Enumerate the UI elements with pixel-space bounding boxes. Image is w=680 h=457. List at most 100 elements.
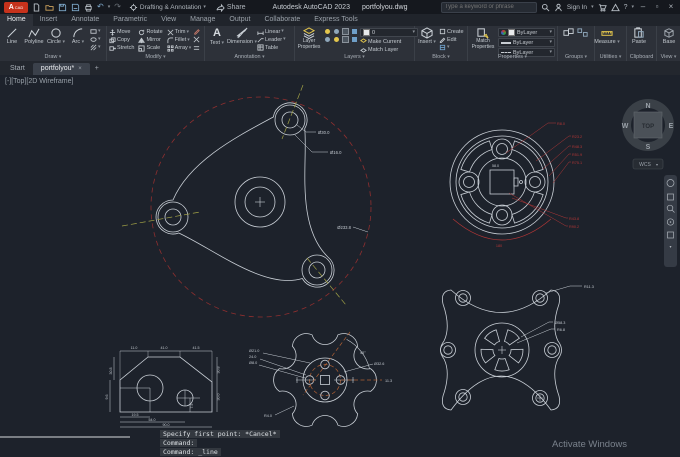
tool-linear[interactable]: Linear ▾	[257, 28, 286, 35]
panel-label-properties[interactable]: Properties ▾	[468, 53, 557, 61]
command-line-row[interactable]: Command: _line	[160, 448, 221, 456]
tool-trim[interactable]: Trim ▾	[167, 29, 192, 36]
app-logo[interactable]: A CAD	[4, 1, 28, 13]
tool-line[interactable]: Line	[2, 27, 22, 45]
save-icon[interactable]	[58, 3, 67, 12]
layer-freeze-icon[interactable]	[332, 28, 340, 36]
close-button[interactable]: ×	[666, 0, 676, 14]
search-input[interactable]	[440, 1, 537, 13]
tool-text[interactable]: A Text ▾	[207, 27, 227, 46]
tool-stretch[interactable]: Stretch	[109, 45, 134, 52]
panel-label-utilities[interactable]: Utilities ▾	[595, 53, 626, 61]
model-space[interactable]: Ø30.0 Ø16.0 Ø233.8 58.0 R8.0 R23.2 R48.3 R51.9 R…	[0, 75, 680, 457]
layer-color-icon[interactable]	[350, 28, 358, 36]
command-line-row[interactable]: Command:	[160, 439, 198, 447]
ribbon-tab-annotate[interactable]: Annotate	[64, 14, 106, 26]
tool-create-block[interactable]: Create	[439, 28, 464, 35]
undo-caret-icon[interactable]: ▾	[108, 4, 111, 10]
viewcube-south[interactable]: S	[646, 144, 651, 151]
layer-lock-icon[interactable]	[341, 28, 349, 36]
store-cart-icon[interactable]	[598, 3, 607, 12]
tool-match-properties[interactable]: Match Properties	[470, 27, 496, 50]
layer-unisolate-icon[interactable]	[332, 36, 340, 44]
panel-label-modify[interactable]: Modify ▾	[107, 53, 204, 61]
new-file-icon[interactable]	[32, 2, 41, 12]
panel-label-layers[interactable]: Layers ▾	[295, 53, 414, 61]
tool-insert[interactable]: Insert ▾	[417, 27, 437, 45]
tool-scale[interactable]: Scale	[138, 44, 162, 52]
tool-explode[interactable]	[193, 36, 200, 43]
panel-label-block[interactable]: Block ▾	[415, 53, 467, 61]
tool-hatch[interactable]: ▾	[90, 44, 101, 51]
layer-on-icon[interactable]	[323, 28, 331, 36]
group-icon[interactable]	[563, 27, 575, 39]
search-icon[interactable]	[541, 3, 550, 12]
sign-in-caret-icon[interactable]: ▾	[591, 4, 594, 10]
tool-move[interactable]: Move	[109, 28, 134, 36]
app-store-icon[interactable]	[610, 2, 620, 12]
layer-isolate-icon[interactable]	[323, 36, 331, 44]
user-icon[interactable]	[554, 3, 563, 12]
viewcube-west[interactable]: W	[622, 123, 629, 130]
tool-base[interactable]: Base	[659, 27, 679, 45]
tool-measure[interactable]: Measure ▾	[594, 27, 620, 45]
panel-label-groups[interactable]: Groups ▾	[558, 53, 594, 61]
tool-paste[interactable]: Paste	[629, 27, 649, 45]
navigation-bar[interactable]	[664, 175, 677, 267]
plot-icon[interactable]	[84, 3, 93, 12]
tool-table[interactable]: Table	[257, 44, 286, 51]
tool-ellipse[interactable]: ▾	[90, 36, 101, 43]
panel-label-annotation[interactable]: Annotation ▾	[205, 53, 294, 61]
tool-erase[interactable]	[193, 28, 201, 35]
save-as-icon[interactable]	[71, 3, 80, 12]
viewport-controls[interactable]: [-][Top][2D Wireframe]	[5, 78, 73, 85]
tool-array[interactable]: Array ▾	[167, 44, 191, 52]
ribbon-tab-manage[interactable]: Manage	[183, 14, 222, 26]
layer-walk-icon[interactable]	[350, 36, 358, 44]
tool-offset[interactable]	[193, 44, 200, 51]
tool-block-attributes[interactable]: ▾	[439, 44, 464, 51]
restore-button[interactable]: ▫	[652, 0, 662, 14]
tool-dimension[interactable]: Dimension ▾	[227, 27, 257, 45]
tool-rotate[interactable]: Rotate	[138, 29, 163, 36]
match-layer-button[interactable]: Match Layer	[360, 46, 418, 53]
ribbon-tab-collaborate[interactable]: Collaborate	[257, 14, 307, 26]
ribbon-tab-insert[interactable]: Insert	[33, 14, 65, 26]
tool-leader[interactable]: Leader ▾	[257, 36, 286, 43]
undo-icon[interactable]: ↶	[97, 2, 104, 12]
layer-off-icon[interactable]	[341, 36, 349, 44]
tool-circle[interactable]: Circle ▾	[46, 27, 66, 45]
make-current-button[interactable]: Make Current	[360, 38, 418, 45]
layer-dropdown[interactable]: 0 ▾	[360, 28, 418, 37]
tool-arc[interactable]: Arc ▾	[68, 27, 88, 45]
panel-label-draw[interactable]: Draw ▾	[0, 53, 106, 61]
ribbon-tab-output[interactable]: Output	[222, 14, 257, 26]
lineweight-dropdown[interactable]: ByLayer ▾	[498, 38, 555, 47]
ribbon-tab-home[interactable]: Home	[0, 14, 33, 26]
ribbon-tab-view[interactable]: View	[154, 14, 183, 26]
new-tab-button[interactable]: +	[90, 63, 104, 75]
command-line-window[interactable]: Specify first point: *Cancel* Command: Com…	[160, 430, 280, 456]
minimize-button[interactable]: –	[638, 0, 648, 14]
object-color-dropdown[interactable]: ByLayer ▾	[498, 28, 555, 37]
ribbon-tab-parametric[interactable]: Parametric	[106, 14, 154, 26]
viewcube-east[interactable]: E	[669, 123, 674, 130]
redo-icon[interactable]: ↷	[114, 2, 121, 12]
ribbon-tab-express-tools[interactable]: Express Tools	[307, 14, 364, 26]
command-line-row[interactable]: Specify first point: *Cancel*	[160, 430, 280, 438]
tool-copy[interactable]: Copy	[109, 36, 134, 44]
tool-layer-properties[interactable]: Layer Properties	[297, 27, 321, 50]
nav-caret-icon[interactable]: ▾	[669, 244, 671, 249]
file-tab-close-icon[interactable]: ×	[78, 63, 82, 75]
workspace-switcher[interactable]: Drafting & Annotation ▾	[129, 3, 206, 12]
drawing-canvas[interactable]: Ø30.0 Ø16.0 Ø233.8 58.0 R8.0 R23.2 R48.3 R51.9 R…	[0, 75, 680, 457]
tool-fillet[interactable]: Fillet ▾	[167, 36, 192, 44]
tool-edit-block[interactable]: Edit	[439, 36, 464, 43]
tool-polyline[interactable]: Polyline	[24, 27, 44, 45]
tool-mirror[interactable]: Mirror	[138, 37, 162, 44]
file-tab-start[interactable]: Start	[2, 63, 33, 75]
share-button[interactable]: Share	[216, 3, 246, 12]
panel-label-clipboard[interactable]: Clipboard	[627, 53, 656, 61]
file-tab-document[interactable]: portfolyou* ×	[32, 63, 90, 75]
viewcube-north[interactable]: N	[645, 103, 650, 110]
